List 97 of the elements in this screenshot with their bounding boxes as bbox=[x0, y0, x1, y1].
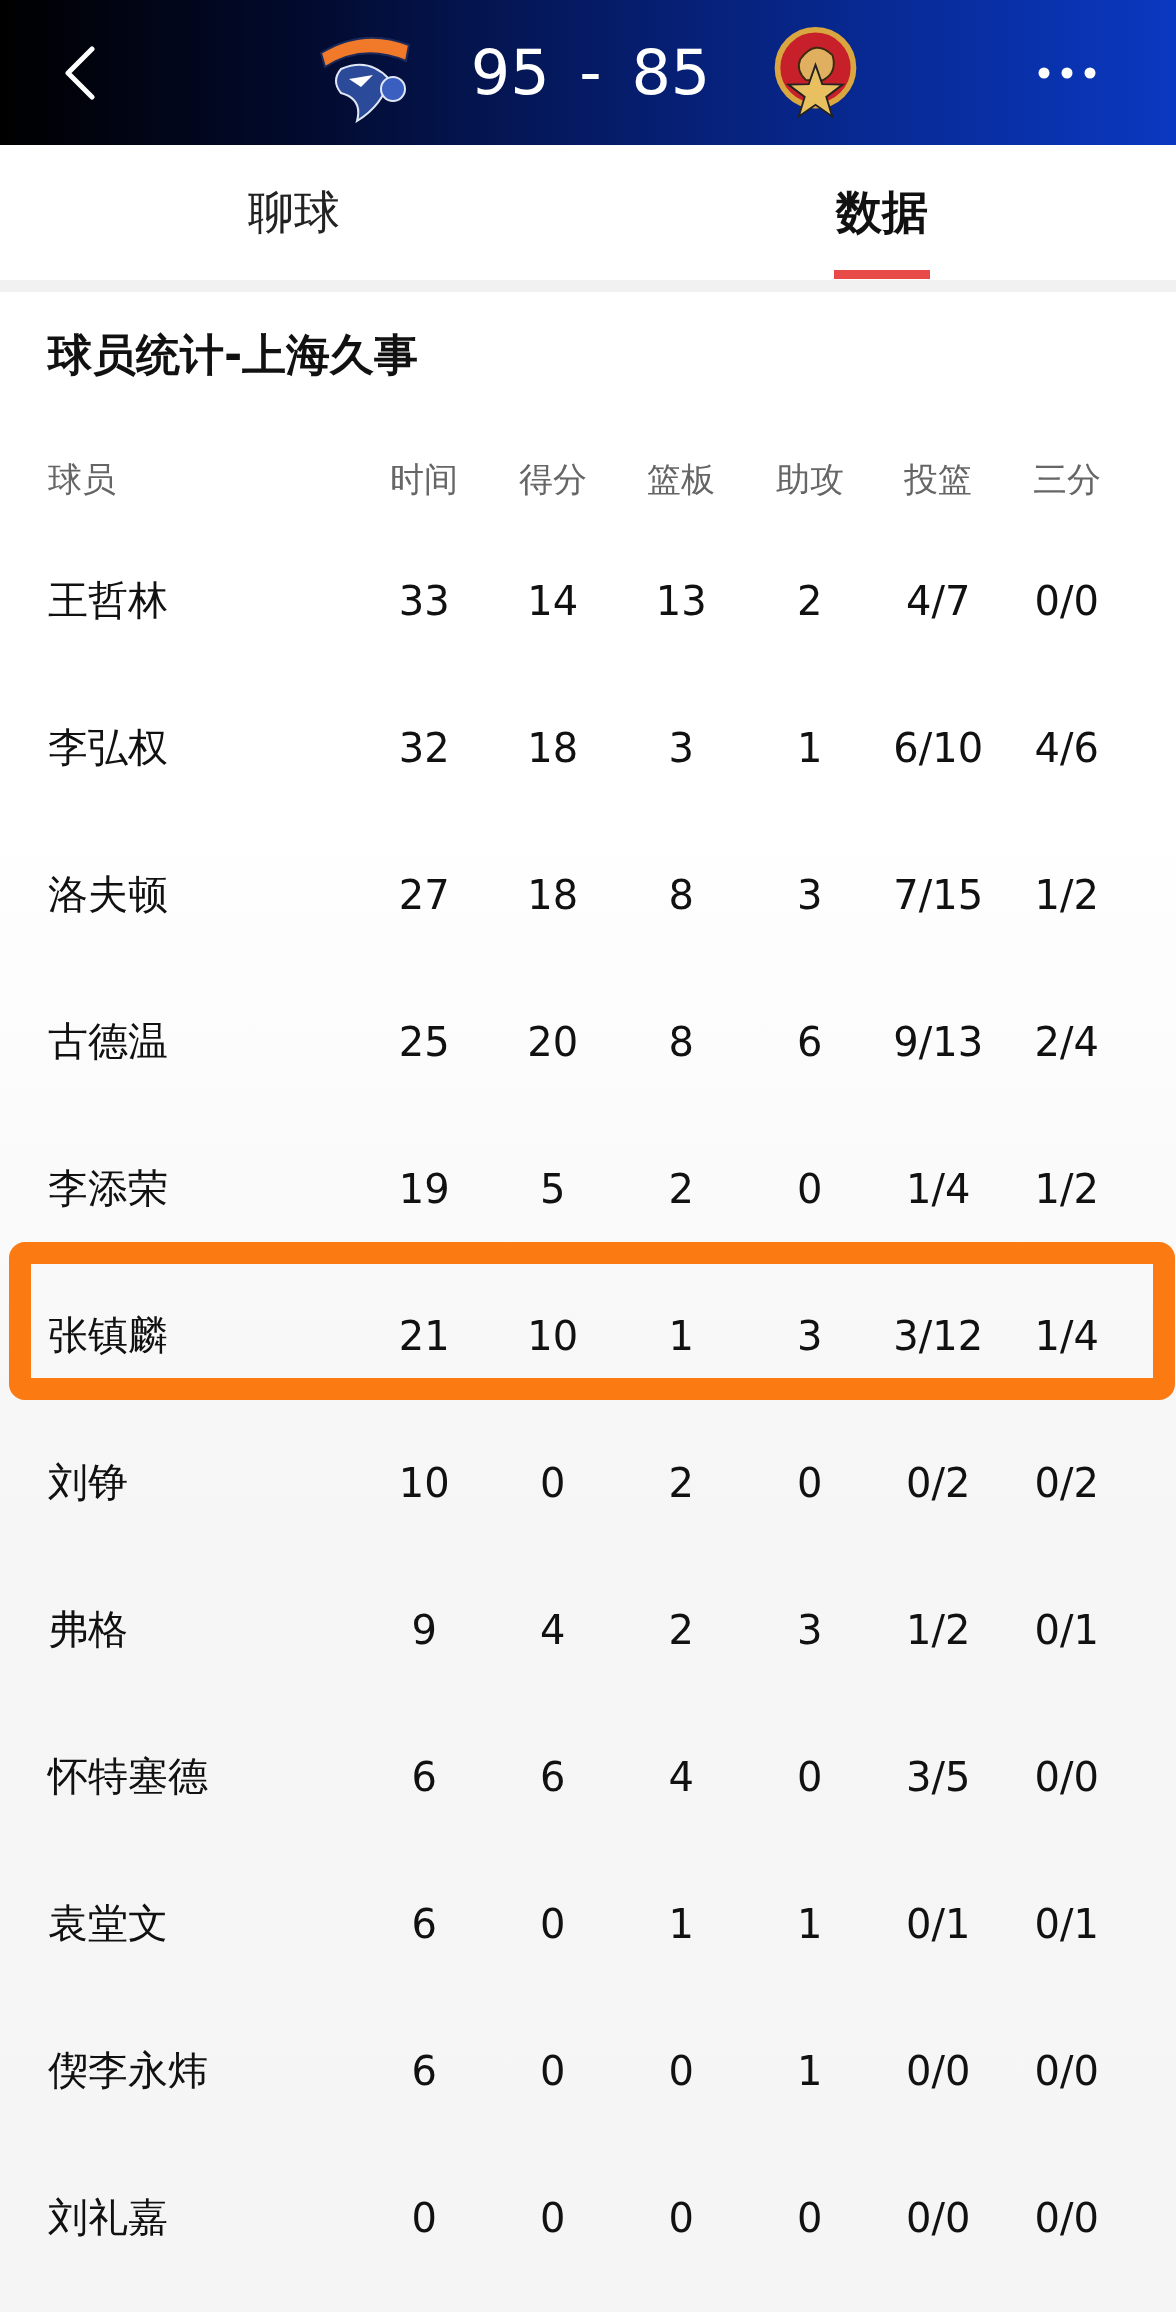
column-header: 助攻 bbox=[775, 458, 844, 501]
stat-cell: 4 bbox=[668, 1753, 694, 1800]
stat-cell: 21 bbox=[398, 1312, 450, 1359]
player-name: 怀特塞德 bbox=[48, 1752, 208, 1801]
player-name: 袁堂文 bbox=[48, 1899, 168, 1948]
stat-cell: 6 bbox=[797, 1018, 823, 1065]
stat-cell: 18 bbox=[527, 724, 579, 771]
stat-cell: 6/10 bbox=[893, 724, 984, 771]
stat-cell: 0/0 bbox=[906, 2047, 971, 2094]
stat-cell: 19 bbox=[398, 1165, 450, 1212]
stat-cell: 2 bbox=[668, 1459, 694, 1506]
stat-cell: 4/6 bbox=[1034, 724, 1099, 771]
stat-cell: 1/2 bbox=[1034, 871, 1099, 918]
stat-cell: 1 bbox=[797, 724, 823, 771]
column-header: 球员 bbox=[48, 458, 116, 501]
stat-cell: 3 bbox=[797, 1312, 823, 1359]
stat-cell: 0 bbox=[668, 2194, 694, 2241]
stat-cell: 0 bbox=[797, 1165, 823, 1212]
column-header: 三分 bbox=[1032, 458, 1101, 501]
stat-cell: 0/1 bbox=[1034, 1900, 1099, 1947]
stat-cell: 9 bbox=[411, 1606, 437, 1653]
stat-cell: 0 bbox=[668, 2047, 694, 2094]
player-name: 古德温 bbox=[48, 1017, 168, 1066]
stat-cell: 1/2 bbox=[1034, 1165, 1099, 1212]
stat-cell: 0/0 bbox=[1034, 577, 1099, 624]
stat-cell: 2/4 bbox=[1034, 1018, 1099, 1065]
stat-cell: 4 bbox=[540, 1606, 566, 1653]
stat-cell: 2 bbox=[668, 1606, 694, 1653]
stat-cell: 32 bbox=[398, 724, 450, 771]
stat-cell: 0/2 bbox=[906, 1459, 971, 1506]
stat-cell: 1 bbox=[668, 1312, 694, 1359]
player-name: 李弘权 bbox=[48, 723, 168, 772]
stat-cell: 0 bbox=[540, 1459, 566, 1506]
tab[interactable]: 聊球 bbox=[0, 145, 588, 280]
stat-cell: 8 bbox=[668, 1018, 694, 1065]
stat-cell: 33 bbox=[398, 577, 450, 624]
section-title: 球员统计-上海久事 bbox=[48, 328, 420, 382]
column-header: 投篮 bbox=[904, 458, 973, 501]
tab[interactable]: 数据 bbox=[588, 145, 1176, 280]
stat-cell: 0 bbox=[540, 2047, 566, 2094]
stat-cell: 25 bbox=[398, 1018, 450, 1065]
stat-cell: 0/2 bbox=[1034, 1459, 1099, 1506]
player-name: 偰李永炜 bbox=[48, 2046, 208, 2095]
stat-cell: 10 bbox=[527, 1312, 579, 1359]
stat-cell: 6 bbox=[411, 2047, 437, 2094]
stat-cell: 6 bbox=[411, 1753, 437, 1800]
stat-cell: 7/15 bbox=[893, 871, 984, 918]
stat-cell: 0/1 bbox=[906, 1900, 971, 1947]
stat-cell: 1 bbox=[668, 1900, 694, 1947]
stat-cell: 0 bbox=[411, 2194, 437, 2241]
more-icon bbox=[1038, 66, 1096, 79]
stat-cell: 18 bbox=[527, 871, 579, 918]
player-name: 李添荣 bbox=[48, 1164, 168, 1213]
player-name: 王哲林 bbox=[48, 576, 168, 625]
stat-cell: 10 bbox=[398, 1459, 450, 1506]
stat-cell: 13 bbox=[655, 577, 707, 624]
player-name: 张镇麟 bbox=[48, 1311, 168, 1360]
stat-cell: 1/4 bbox=[1034, 1312, 1099, 1359]
stat-cell: 0 bbox=[797, 2194, 823, 2241]
player-name: 刘礼嘉 bbox=[48, 2193, 168, 2242]
player-name: 刘铮 bbox=[48, 1458, 128, 1507]
stat-cell: 0 bbox=[797, 1753, 823, 1800]
column-header: 得分 bbox=[518, 458, 587, 501]
stat-cell: 3 bbox=[797, 1606, 823, 1653]
column-header: 时间 bbox=[390, 458, 459, 501]
stat-cell: 6 bbox=[411, 1900, 437, 1947]
stat-cell: 0/1 bbox=[1034, 1606, 1099, 1653]
stat-cell: 0 bbox=[540, 1900, 566, 1947]
stat-cell: 1 bbox=[797, 1900, 823, 1947]
column-header: 篮板 bbox=[647, 458, 716, 501]
stat-cell: 3/12 bbox=[893, 1312, 984, 1359]
player-name: 弗格 bbox=[48, 1605, 128, 1654]
stat-cell: 6 bbox=[540, 1753, 566, 1800]
stat-cell: 3 bbox=[668, 724, 694, 771]
stat-cell: 0 bbox=[797, 1459, 823, 1506]
stat-cell: 14 bbox=[527, 577, 579, 624]
stat-cell: 27 bbox=[398, 871, 450, 918]
stat-cell: 2 bbox=[668, 1165, 694, 1212]
stat-cell: 0/0 bbox=[906, 2194, 971, 2241]
stat-cell: 1/2 bbox=[906, 1606, 971, 1653]
stat-cell: 0/0 bbox=[1034, 2194, 1099, 2241]
stat-cell: 20 bbox=[527, 1018, 579, 1065]
back-icon bbox=[62, 45, 96, 100]
stat-cell: 8 bbox=[668, 871, 694, 918]
stat-cell: 1 bbox=[797, 2047, 823, 2094]
stat-cell: 9/13 bbox=[893, 1018, 984, 1065]
score-text: 95 - 85 bbox=[470, 41, 711, 104]
stat-cell: 0 bbox=[540, 2194, 566, 2241]
stat-cell: 3 bbox=[797, 871, 823, 918]
stat-cell: 1/4 bbox=[906, 1165, 971, 1212]
stat-cell: 4/7 bbox=[906, 577, 971, 624]
stat-cell: 3/5 bbox=[906, 1753, 971, 1800]
stat-cell: 0/0 bbox=[1034, 1753, 1099, 1800]
stat-cell: 2 bbox=[797, 577, 823, 624]
player-name: 洛夫顿 bbox=[48, 870, 168, 919]
stat-cell: 5 bbox=[540, 1165, 566, 1212]
stat-cell: 0/0 bbox=[1034, 2047, 1099, 2094]
